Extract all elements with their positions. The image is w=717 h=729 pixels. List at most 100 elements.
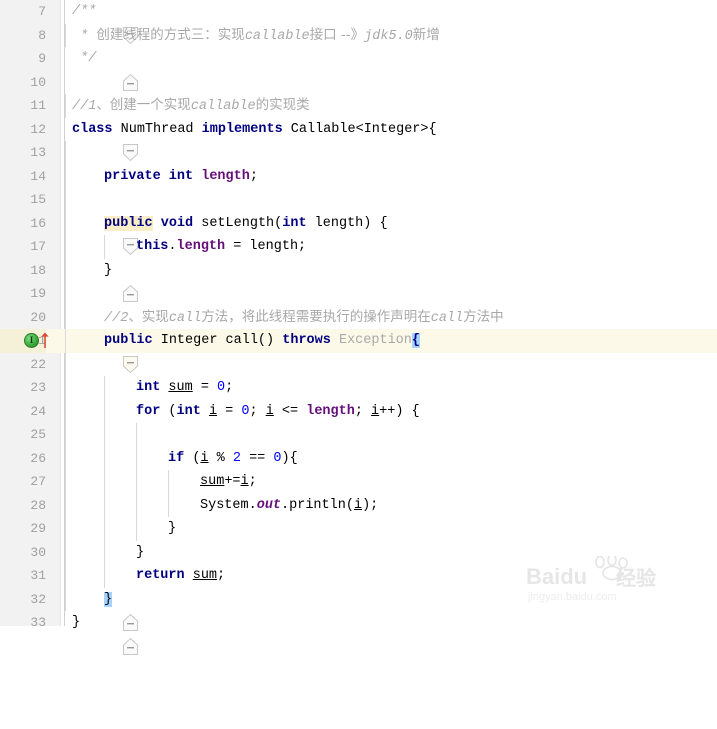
line-number: 16: [30, 215, 46, 231]
fold-marker-start-icon[interactable]: [57, 331, 138, 373]
fold-marker-end-icon[interactable]: [57, 590, 138, 631]
indent-guide: [104, 423, 105, 447]
line-number: 12: [30, 121, 46, 137]
fold-guide: [65, 564, 66, 588]
up-arrow-icon[interactable]: [40, 332, 50, 349]
indent-guide: [104, 517, 105, 541]
code-line-19[interactable]: 19: [0, 282, 717, 306]
line-number: 20: [30, 309, 46, 325]
code-line-25[interactable]: 25: [0, 423, 717, 447]
fold-guide: [65, 235, 66, 259]
indent-guide: [136, 423, 137, 447]
code-line-13[interactable]: 13: [0, 141, 717, 165]
line-number: 33: [30, 615, 46, 630]
indent-guide: [104, 446, 105, 470]
code-line-28[interactable]: 28 System.out.println(i);: [0, 493, 717, 517]
code-line-21-current[interactable]: 21 I public Integer call() throws Except…: [0, 329, 717, 373]
code-line-17[interactable]: 17 this.length = length;: [0, 235, 717, 259]
fold-guide: [65, 399, 66, 423]
code-line-24[interactable]: 24 for (int i = 0; i <= length; i++) {: [0, 399, 717, 423]
code-line-31[interactable]: 31 return sum;: [0, 564, 717, 588]
code-text: //2、实现call方法，将此线程需要执行的操作声明在call方法中: [104, 308, 504, 326]
line-number: 23: [30, 380, 46, 395]
code-editor[interactable]: 7 /** 8 * 创建线程的方式三：实现callable接口 --》jdk5.…: [0, 0, 717, 655]
fold-guide: [65, 470, 66, 494]
code-line-30[interactable]: 30 }: [0, 540, 717, 564]
indent-guide: [168, 493, 169, 517]
line-number: 14: [30, 168, 46, 184]
code-line-33[interactable]: 33 }: [0, 611, 717, 655]
line-number: 8: [38, 27, 46, 43]
line-number: 7: [38, 4, 46, 19]
code-line-29[interactable]: 29 }: [0, 517, 717, 541]
code-text: //1、创建一个实现callable的实现类: [72, 97, 310, 114]
code-text: public void setLength(int length) {: [104, 215, 388, 231]
indent-guide: [104, 540, 105, 564]
code-text: System.out.println(i);: [200, 497, 379, 513]
fold-guide: [65, 423, 66, 447]
fold-guide: [65, 305, 66, 329]
code-text: sum+=i;: [200, 474, 257, 489]
line-number: 10: [30, 74, 46, 90]
code-line-8[interactable]: 8 * 创建线程的方式三：实现callable接口 --》jdk5.0新增: [0, 23, 717, 47]
line-number: 9: [38, 51, 46, 66]
fold-guide: [65, 94, 66, 118]
line-number: 18: [30, 262, 46, 278]
indent-guide: [104, 493, 105, 517]
indent-guide: [104, 235, 105, 259]
line-number: 24: [30, 403, 46, 419]
indent-guide: [104, 399, 105, 423]
line-number: 22: [30, 356, 46, 372]
fold-guide: [65, 164, 66, 188]
fold-guide: [65, 352, 66, 376]
line-number: 17: [30, 239, 46, 254]
implements-method-icon[interactable]: I: [24, 333, 39, 348]
code-line-32[interactable]: 32 }: [0, 587, 717, 631]
code-line-27[interactable]: 27 sum+=i;: [0, 470, 717, 494]
fold-guide: [65, 376, 66, 400]
gutter-marker-group[interactable]: I: [24, 332, 54, 350]
code-text: }: [104, 262, 113, 278]
line-number: 25: [30, 427, 46, 442]
indent-guide: [136, 470, 137, 494]
fold-guide: [65, 493, 66, 517]
code-line-12[interactable]: 12 class NumThread implements Callable<I…: [0, 118, 717, 162]
line-number: 19: [30, 286, 46, 301]
code-line-18[interactable]: 18 }: [0, 258, 717, 302]
indent-guide: [104, 470, 105, 494]
line-number: 30: [30, 544, 46, 560]
fold-guide: [65, 446, 66, 470]
code-text: * 创建线程的方式三：实现callable接口 --》jdk5.0新增: [72, 26, 440, 44]
code-text: int sum = 0;: [136, 380, 234, 395]
line-number: 29: [30, 521, 46, 536]
code-text: }: [104, 591, 113, 607]
fold-marker-end-icon[interactable]: [57, 261, 138, 302]
code-text: }: [168, 521, 177, 536]
line-number: 15: [30, 192, 46, 207]
code-line-26[interactable]: 26 if (i % 2 == 0){: [0, 446, 717, 470]
code-line-9[interactable]: 9 */: [0, 47, 717, 91]
code-line-15[interactable]: 15: [0, 188, 717, 212]
line-number: 31: [30, 568, 46, 583]
fold-guide: [65, 23, 66, 47]
fold-guide: [65, 517, 66, 541]
code-line-11[interactable]: 11 //1、创建一个实现callable的实现类: [0, 94, 717, 118]
code-line-7[interactable]: 7 /**: [0, 0, 717, 44]
line-number: 28: [30, 497, 46, 513]
fold-guide: [65, 141, 66, 165]
code-line-16[interactable]: 16 public void setLength(int length) {: [0, 211, 717, 256]
code-line-10[interactable]: 10: [0, 71, 717, 95]
code-line-20[interactable]: 20 //2、实现call方法，将此线程需要执行的操作声明在call方法中: [0, 305, 717, 329]
indent-guide: [104, 376, 105, 400]
code-line-22[interactable]: 22: [0, 352, 717, 376]
code-line-14[interactable]: 14 private int length;: [0, 164, 717, 188]
indent-guide: [136, 493, 137, 517]
code-text: */: [72, 51, 97, 66]
fold-marker-start-icon[interactable]: [57, 214, 138, 256]
line-number: 27: [30, 474, 46, 489]
code-line-23[interactable]: 23 int sum = 0;: [0, 376, 717, 400]
code-text: class NumThread implements Callable<Inte…: [72, 121, 437, 137]
code-text: this.length = length;: [136, 239, 307, 254]
code-text: private int length;: [104, 168, 258, 184]
code-lines[interactable]: 7 /** 8 * 创建线程的方式三：实现callable接口 --》jdk5.…: [0, 0, 717, 655]
